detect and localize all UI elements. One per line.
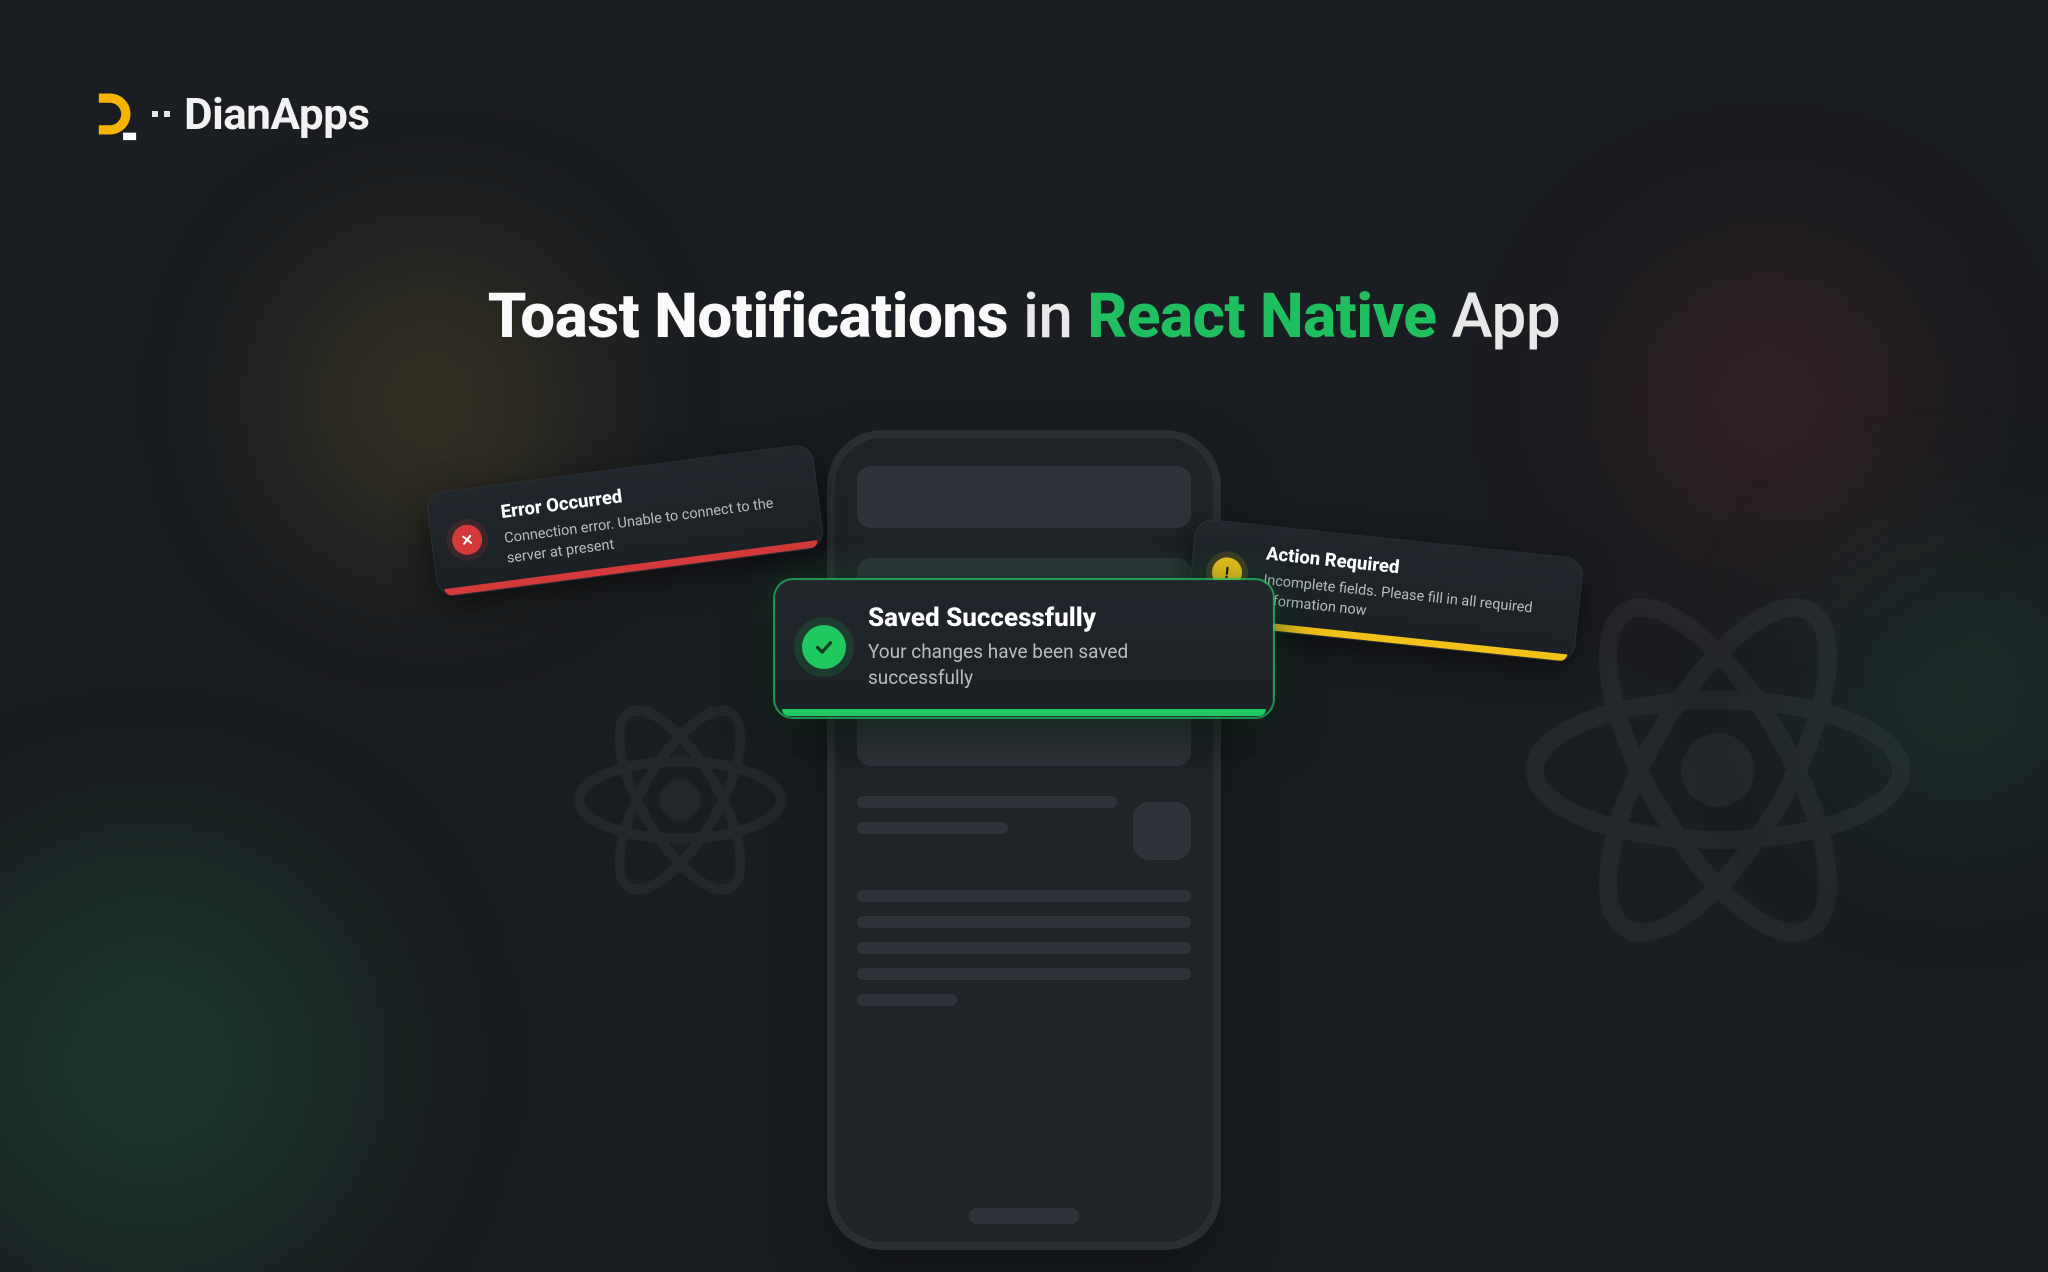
phone-skeleton-line [857,994,957,1006]
phone-skeleton-line [857,968,1191,980]
react-logo-icon [1518,570,1918,970]
phone-skeleton-button [1133,802,1191,860]
error-icon [450,523,484,557]
phone-skeleton-header [857,466,1191,528]
toast-error: Error Occurred Connection error. Unable … [425,443,825,598]
brand-logo: DianApps [82,86,369,142]
toast-success-title: Saved Successfully [868,603,1208,633]
title-segment-4: App [1451,280,1560,353]
phone-skeleton-paragraph [857,890,1191,1006]
phone-skeleton-row [857,796,1191,860]
react-logo-icon [570,690,790,910]
brand-name: DianApps [184,88,369,140]
phone-skeleton-line [857,916,1191,928]
phone-skeleton-line [857,796,1117,808]
title-segment-1: Toast Notifications [488,280,1008,353]
phone-home-indicator [969,1208,1079,1224]
title-segment-3: React Native [1087,280,1436,353]
toast-success-description: Your changes have been saved successfull… [868,639,1208,690]
bg-glow-green [0,852,360,1272]
phone-skeleton-line [857,822,1008,834]
phone-skeleton-line [857,890,1191,902]
phone-mockup [827,430,1221,1250]
page-title: Toast Notifications in React Native App [0,280,2048,353]
brand-logo-separator [152,111,170,117]
brand-logo-mark-icon [82,86,138,142]
check-icon [802,625,846,669]
title-segment-2: in [1023,280,1072,353]
phone-skeleton-line [857,942,1191,954]
toast-success: Saved Successfully Your changes have bee… [775,580,1273,717]
